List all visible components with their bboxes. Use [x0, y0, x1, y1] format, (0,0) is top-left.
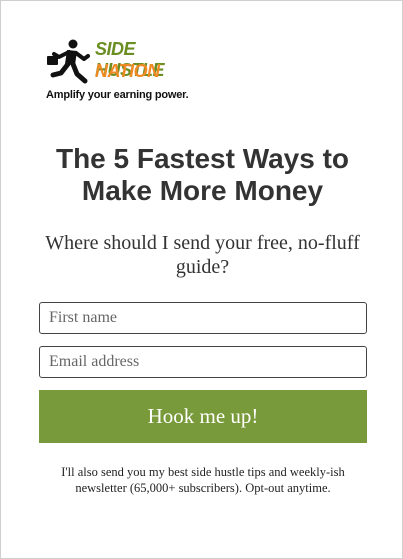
first-name-field[interactable] — [39, 302, 367, 334]
logo-tagline: Amplify your earning power. — [46, 89, 189, 101]
subheading: Where should I send your free, no-fluff … — [45, 232, 360, 278]
optin-card: SIDE HUSTLE NATION Amplify your earning … — [0, 0, 403, 559]
page-title: The 5 Fastest Ways to Make More Money — [55, 143, 350, 206]
email-field[interactable] — [39, 346, 367, 378]
privacy-note: I'll also send you my best side hustle t… — [61, 465, 345, 495]
brand-logo: SIDE HUSTLE NATION Amplify your earning … — [43, 37, 203, 107]
running-businessman-icon — [47, 39, 90, 84]
hook-me-up-button[interactable]: Hook me up! — [39, 390, 367, 443]
logo-word-nation: NATION — [95, 61, 160, 81]
